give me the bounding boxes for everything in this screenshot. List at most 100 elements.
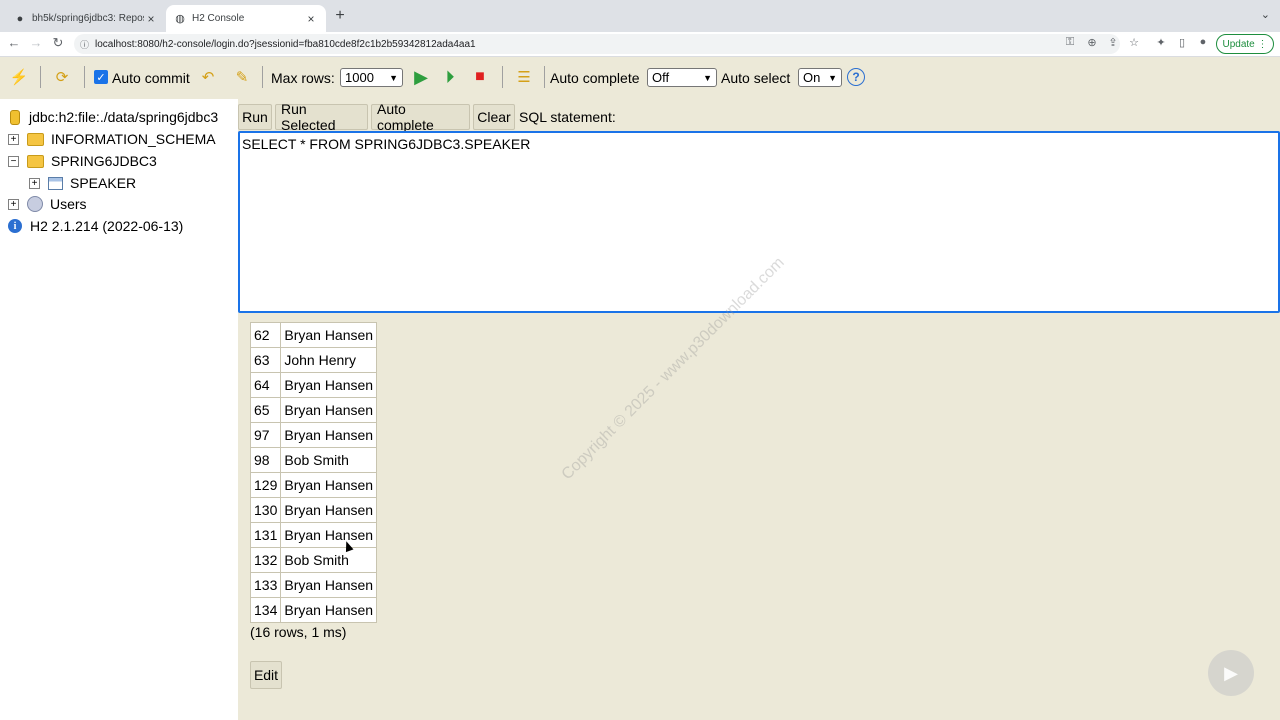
- bookmark-star-icon[interactable]: ☆: [1127, 36, 1141, 49]
- table-row: 133 Bryan Hansen: [249, 572, 378, 598]
- clear-button[interactable]: Clear: [473, 104, 515, 130]
- id-cell: 98: [249, 447, 282, 473]
- table-label: SPEAKER: [70, 175, 137, 191]
- run-selected-icon[interactable]: ⏵: [440, 67, 460, 87]
- folder-icon: [27, 154, 44, 168]
- tab-github-repository[interactable]: ● bh5k/spring6jdbc3: Repository ×: [6, 5, 166, 32]
- toolbar-divider: [544, 66, 545, 88]
- expand-icon[interactable]: +: [8, 198, 19, 210]
- chevron-down-icon: ▼: [389, 72, 398, 83]
- new-tab-button[interactable]: +: [332, 7, 348, 25]
- id-cell: 97: [249, 422, 282, 448]
- max-rows-value: 1000: [345, 70, 374, 85]
- run-button[interactable]: Run: [238, 104, 272, 130]
- tree-item-users[interactable]: + Users: [8, 196, 87, 212]
- history-icon[interactable]: ☰: [514, 67, 534, 87]
- tab-title: H2 Console: [192, 13, 245, 24]
- tab-h2-console[interactable]: ◍ H2 Console ×: [166, 5, 326, 32]
- id-cell: 62: [249, 322, 282, 348]
- auto-commit-checkbox[interactable]: ✓: [94, 70, 108, 84]
- profile-avatar-icon[interactable]: ●: [1196, 36, 1210, 48]
- name-cell: Bryan Hansen: [280, 422, 378, 448]
- play-overlay-icon[interactable]: ▶: [1208, 650, 1254, 696]
- tab-search-icon[interactable]: ⌄: [1261, 8, 1270, 21]
- auto-complete-button[interactable]: Auto complete: [371, 101, 470, 133]
- run-selected-button[interactable]: Run Selected: [275, 101, 368, 133]
- collapse-icon[interactable]: −: [8, 155, 19, 167]
- connection-label: jdbc:h2:file:./data/spring6jdbc3: [29, 109, 219, 125]
- name-cell: Bob Smith: [280, 447, 378, 473]
- key-icon[interactable]: ⚿: [1063, 36, 1077, 49]
- close-icon[interactable]: ×: [304, 12, 318, 26]
- update-button[interactable]: Update ⋮: [1216, 34, 1274, 54]
- stop-icon[interactable]: ■: [470, 67, 490, 87]
- auto-select-label: Auto select: [721, 70, 791, 86]
- chevron-down-icon: ▼: [828, 72, 837, 83]
- tree-item-speaker-table[interactable]: + SPEAKER: [29, 175, 136, 191]
- table-row: 97 Bryan Hansen: [249, 422, 378, 448]
- folder-icon: [27, 132, 44, 146]
- github-icon: ●: [16, 12, 24, 25]
- address-bar-row: ← → ↻ ⓘ localhost:8080/h2-console/login.…: [0, 32, 1280, 57]
- side-panel-icon[interactable]: ▯: [1175, 36, 1189, 49]
- rollback-icon[interactable]: ↶: [198, 67, 218, 87]
- table-row: 65 Bryan Hansen: [249, 397, 378, 423]
- tree-item-information-schema[interactable]: + INFORMATION_SCHEMA: [8, 131, 216, 147]
- tree-item-connection[interactable]: jdbc:h2:file:./data/spring6jdbc3: [10, 109, 218, 125]
- zoom-icon[interactable]: ⊕: [1085, 36, 1099, 49]
- name-cell: Bryan Hansen: [280, 572, 378, 598]
- globe-icon: ◍: [175, 13, 185, 25]
- reload-icon[interactable]: ↻: [50, 35, 66, 51]
- name-cell: John Henry: [280, 347, 378, 373]
- help-symbol: ?: [852, 70, 860, 84]
- back-icon[interactable]: ←: [6, 35, 22, 50]
- address-bar[interactable]: ⓘ localhost:8080/h2-console/login.do?jse…: [74, 34, 1120, 54]
- schema-label: INFORMATION_SCHEMA: [51, 131, 216, 147]
- disconnect-icon[interactable]: ⚡: [9, 67, 29, 87]
- results-summary: (16 rows, 1 ms): [250, 624, 347, 640]
- auto-select-select[interactable]: On ▼: [798, 68, 842, 87]
- h2-toolbar: ⚡ ⟳ ✓ Auto commit ↶ ✎ Max rows: 1000 ▼ ▶ …: [0, 57, 1280, 99]
- extensions-icon[interactable]: ✦: [1154, 36, 1168, 49]
- query-panel: Run Run Selected Auto complete Clear SQL…: [238, 99, 1280, 720]
- toolbar-divider: [40, 66, 41, 88]
- name-cell: Bryan Hansen: [280, 397, 378, 423]
- table-row: 130 Bryan Hansen: [249, 497, 378, 523]
- chevron-down-icon: ▼: [703, 72, 712, 83]
- schema-tree: jdbc:h2:file:./data/spring6jdbc3 + INFOR…: [0, 99, 238, 720]
- id-cell: 132: [249, 547, 282, 573]
- info-icon: i: [8, 219, 22, 233]
- table-row: 131 Bryan Hansen: [249, 522, 378, 548]
- help-icon[interactable]: ?: [847, 68, 865, 86]
- id-cell: 65: [249, 397, 282, 423]
- tree-item-spring6jdbc3[interactable]: − SPRING6JDBC3: [8, 153, 157, 169]
- update-label: Update: [1222, 38, 1255, 50]
- run-icon[interactable]: ▶: [411, 67, 431, 87]
- auto-select-value: On: [803, 70, 821, 85]
- name-cell: Bryan Hansen: [280, 597, 378, 623]
- close-icon[interactable]: ×: [144, 12, 158, 26]
- table-row: 134 Bryan Hansen: [249, 597, 378, 623]
- table-icon: [48, 176, 63, 190]
- forward-icon[interactable]: →: [28, 35, 44, 50]
- id-cell: 129: [249, 472, 282, 498]
- max-rows-select[interactable]: 1000 ▼: [340, 68, 403, 87]
- auto-complete-value: Off: [652, 70, 670, 85]
- edit-button[interactable]: Edit: [250, 661, 282, 689]
- id-cell: 64: [249, 372, 282, 398]
- database-icon: [10, 109, 20, 125]
- commit-icon[interactable]: ✎: [232, 67, 252, 87]
- url-text: localhost:8080/h2-console/login.do?jsess…: [95, 38, 476, 50]
- info-icon[interactable]: ⓘ: [80, 38, 89, 51]
- share-icon[interactable]: ⇪: [1106, 36, 1120, 49]
- refresh-icon[interactable]: ⟳: [52, 67, 72, 87]
- auto-commit-label: Auto commit: [112, 70, 190, 86]
- expand-icon[interactable]: +: [29, 177, 40, 189]
- expand-icon[interactable]: +: [8, 133, 19, 145]
- name-cell: Bryan Hansen: [280, 497, 378, 523]
- table-row: 132 Bob Smith: [249, 547, 378, 573]
- auto-complete-select[interactable]: Off ▼: [647, 68, 717, 87]
- tab-title: bh5k/spring6jdbc3: Repository: [32, 13, 144, 24]
- table-row: 64 Bryan Hansen: [249, 372, 378, 398]
- sql-statement-label: SQL statement:: [519, 109, 616, 125]
